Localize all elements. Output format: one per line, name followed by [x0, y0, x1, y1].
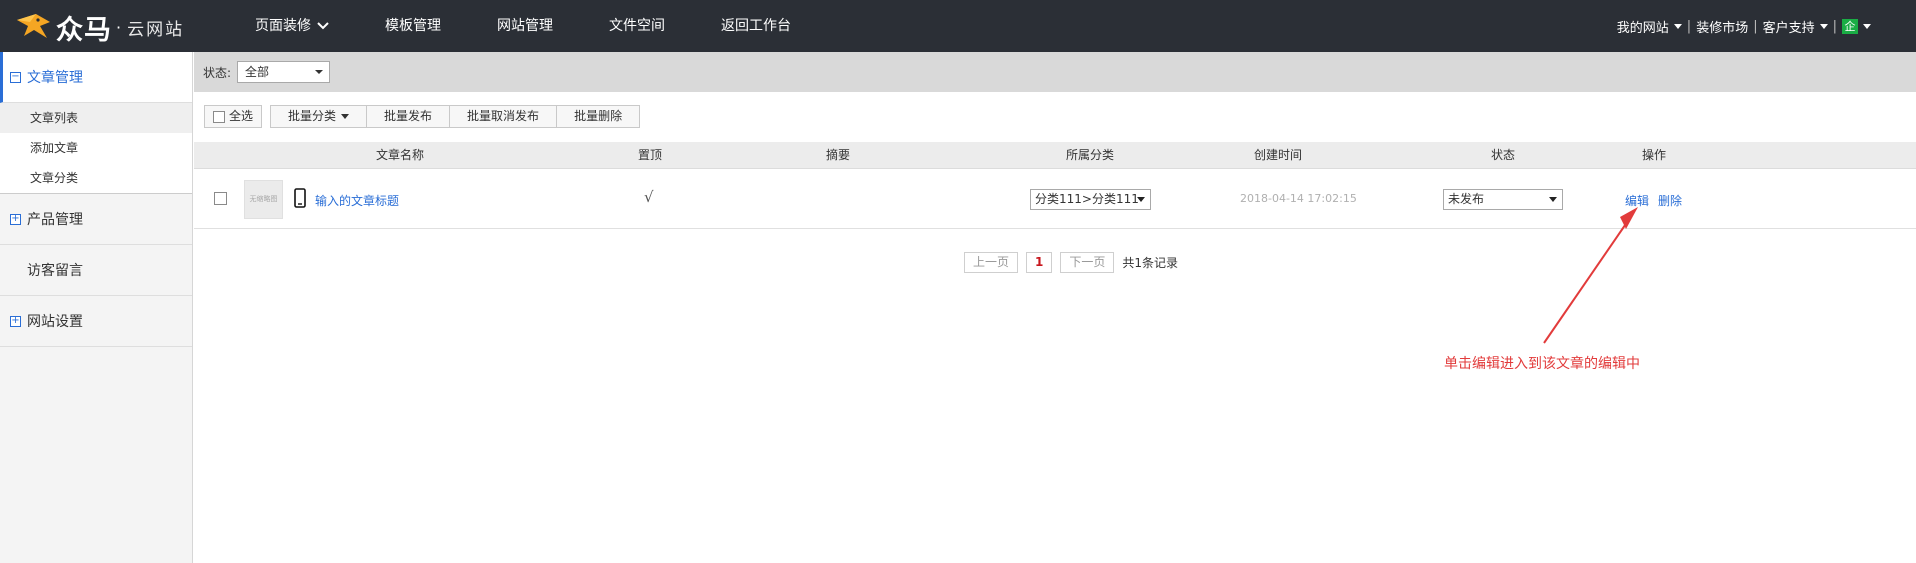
main-nav: 页面装修 模板管理 网站管理 文件空间 返回工作台	[255, 0, 847, 52]
column-header-summary: 摘要	[825, 148, 851, 162]
divider: |	[1753, 18, 1758, 34]
sidebar-section-site-settings[interactable]: + 网站设置	[0, 296, 192, 347]
article-title-link[interactable]: 输入的文章标题	[315, 192, 399, 209]
next-page-button[interactable]: 下一页	[1060, 252, 1115, 273]
nav-item-label: 返回工作台	[721, 18, 791, 34]
sidebar-section-label: 产品管理	[27, 212, 83, 228]
prev-page-button[interactable]: 上一页	[964, 252, 1019, 273]
table-header: 文章名称 置顶 摘要 所属分类 创建时间 状态 操作	[194, 142, 1916, 169]
column-header-created-time: 创建时间	[1253, 148, 1303, 162]
customer-support-menu[interactable]: 客户支持	[1763, 17, 1828, 36]
nav-back-to-workbench[interactable]: 返回工作台	[721, 0, 791, 52]
nav-item-label: 文件空间	[609, 18, 665, 34]
sidebar-section-product-management[interactable]: + 产品管理	[0, 194, 192, 245]
batch-category-button[interactable]: 批量分类	[270, 105, 368, 128]
enterprise-account-menu[interactable]: 企	[1842, 18, 1871, 34]
nav-item-label: 网站管理	[497, 18, 553, 34]
status-filter-value: 全部	[245, 65, 270, 79]
category-select[interactable]: 分类111>分类111	[1030, 189, 1151, 210]
caret-down-icon	[1819, 23, 1828, 29]
sidebar-section-article-management[interactable]: − 文章管理	[0, 52, 192, 103]
delete-link[interactable]: 删除	[1658, 192, 1682, 209]
sidebar-item-article-list[interactable]: 文章列表	[0, 103, 192, 133]
divider: |	[1832, 18, 1837, 34]
nav-page-decoration[interactable]: 页面装修	[255, 0, 329, 52]
column-header-status: 状态	[1490, 148, 1516, 162]
my-site-menu[interactable]: 我的网站	[1617, 17, 1682, 36]
logo[interactable]: 众马 · 云网站	[14, 8, 204, 46]
caret-down-icon	[1549, 197, 1557, 202]
logo-subtitle: 云网站	[127, 19, 185, 40]
select-all-checkbox[interactable]	[213, 110, 225, 123]
status-select-value: 未发布	[1448, 192, 1485, 206]
total-records: 共1条记录	[1122, 256, 1179, 270]
nav-site-management[interactable]: 网站管理	[497, 0, 553, 52]
caret-down-icon	[315, 70, 324, 74]
article-thumbnail: 无缩略图	[244, 180, 283, 219]
my-site-label: 我的网站	[1616, 20, 1669, 36]
nav-file-space[interactable]: 文件空间	[609, 0, 665, 52]
market-label: 装修市场	[1696, 20, 1749, 36]
table-row: 无缩略图 输入的文章标题 √ 分类111>分类111 2018-04-14 17…	[194, 169, 1916, 229]
nav-item-label: 模板管理	[385, 18, 441, 34]
caret-down-icon	[1137, 197, 1145, 202]
logo-dot: ·	[116, 17, 122, 37]
right-nav: 我的网站 | 装修市场 | 客户支持 | 企	[1617, 0, 1871, 52]
column-header-actions: 操作	[1641, 148, 1667, 162]
sidebar-item-article-category[interactable]: 文章分类	[0, 163, 192, 193]
status-filter-select[interactable]: 全部	[237, 61, 331, 83]
chevron-down-icon	[317, 22, 329, 30]
enterprise-badge-icon: 企	[1842, 18, 1858, 34]
annotation-arrow-icon	[1543, 207, 1638, 344]
nav-item-label: 页面装修	[255, 18, 311, 34]
logo-text: 众马	[56, 14, 112, 46]
status-filter-label: 状态:	[203, 65, 232, 80]
row-checkbox[interactable]	[214, 192, 227, 205]
decoration-market-link[interactable]: 装修市场	[1696, 17, 1748, 36]
pinned-check-mark: √	[644, 188, 654, 206]
mobile-phone-icon	[294, 188, 306, 208]
select-all-label: 全选	[229, 109, 254, 123]
support-label: 客户支持	[1762, 20, 1815, 36]
horse-logo-icon	[17, 14, 50, 38]
category-select-value: 分类111>分类111	[1035, 192, 1139, 206]
page-1-button[interactable]: 1	[1026, 252, 1053, 273]
nav-template-management[interactable]: 模板管理	[385, 0, 441, 52]
caret-down-icon	[1673, 23, 1682, 29]
sidebar-item-add-article[interactable]: 添加文章	[0, 133, 192, 163]
pagination: 上一页 1 下一页 共1条记录	[964, 252, 1178, 273]
sidebar-section-label: 网站设置	[27, 314, 83, 330]
sidebar-section-guestbook[interactable]: 访客留言	[0, 245, 192, 296]
column-header-title: 文章名称	[375, 148, 425, 162]
expand-icon: +	[10, 212, 21, 225]
column-header-category: 所属分类	[1065, 148, 1115, 162]
expand-icon: +	[10, 314, 21, 327]
sidebar: − 文章管理 文章列表 添加文章 文章分类 + 产品管理 访客留言 + 网站设置	[0, 52, 193, 563]
batch-publish-button[interactable]: 批量发布	[366, 105, 451, 128]
batch-category-label: 批量分类	[288, 109, 337, 123]
divider: |	[1686, 18, 1692, 34]
batch-delete-button[interactable]: 批量删除	[556, 105, 641, 128]
caret-down-icon	[341, 114, 350, 119]
collapse-icon: −	[10, 70, 21, 83]
main-content: 状态: 全部 全选 批量分类 批量发布 批量取消发布 批量删除 文章名称 置顶 …	[194, 52, 1916, 563]
article-submenu: 文章列表 添加文章 文章分类	[0, 103, 192, 194]
batch-unpublish-button[interactable]: 批量取消发布	[449, 105, 558, 128]
select-all-button[interactable]: 全选	[204, 105, 263, 128]
annotation-text: 单击编辑进入到该文章的编辑中	[1444, 356, 1640, 372]
sidebar-section-label: 文章管理	[27, 70, 83, 86]
created-time-cell: 2018-04-14 17:02:15	[1240, 192, 1357, 205]
batch-toolbar: 全选 批量分类 批量发布 批量取消发布 批量删除	[204, 105, 641, 128]
top-bar: 众马 · 云网站 页面装修 模板管理 网站管理 文件空间 返回工作台 我的网站 …	[0, 0, 1916, 52]
caret-down-icon	[1863, 23, 1871, 29]
column-header-pinned: 置顶	[637, 148, 663, 162]
sidebar-section-label: 访客留言	[27, 263, 83, 279]
filter-bar: 状态: 全部	[194, 52, 1916, 92]
